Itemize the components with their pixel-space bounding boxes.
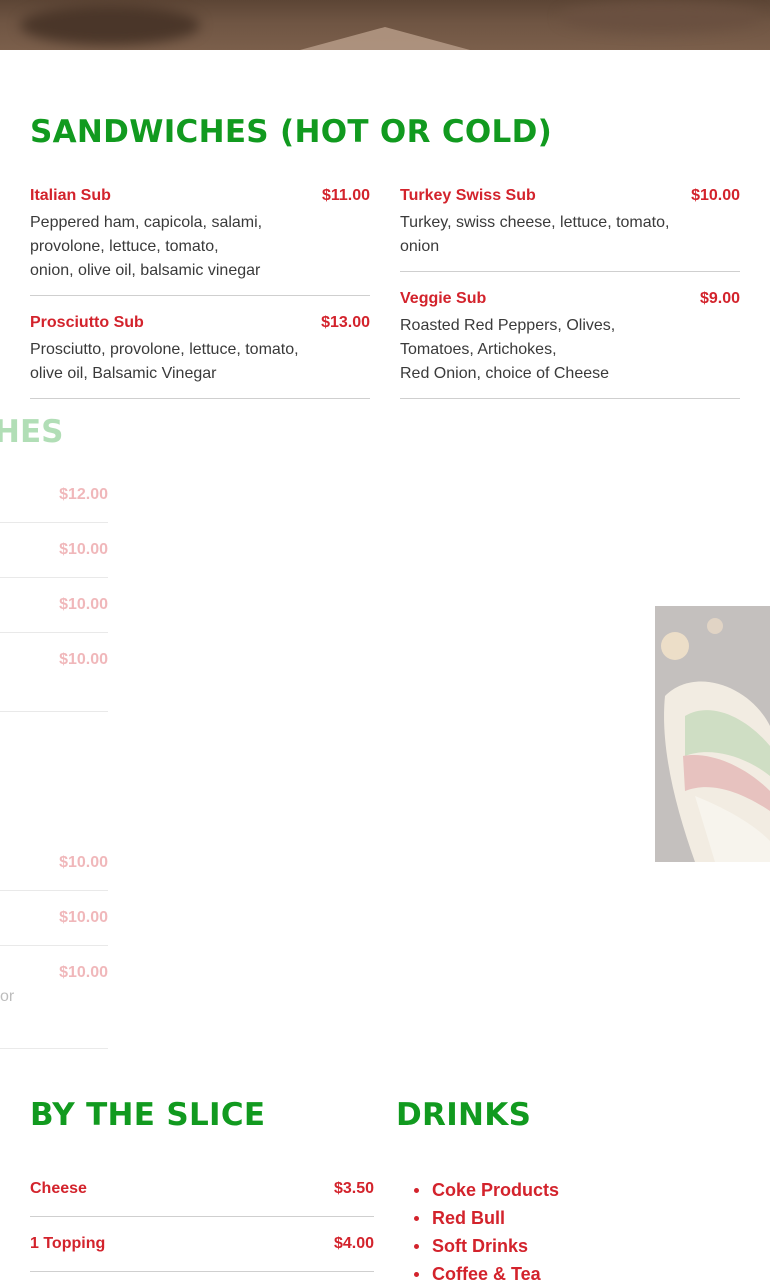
drink-item: Coffee & Tea [414,1260,559,1288]
faded-divider [0,632,108,633]
description-line: Peppered ham, capicola, salami, [30,214,263,231]
item-name: Italian Sub [30,187,111,204]
faded-divider [0,711,108,712]
item-description: Turkey, swiss cheese, lettuce, tomato, o… [400,211,669,259]
faded-description: or [0,988,15,1005]
bullet-icon [414,1244,419,1249]
description-line: provolone, lettuce, tomato, [30,238,219,255]
faded-price: $10.00 [59,964,108,981]
drink-label: Coffee & Tea [432,1264,541,1284]
drink-label: Coke Products [432,1180,560,1200]
item-description: Prosciutto, provolone, lettuce, tomato, … [30,338,299,386]
description-line: onion [400,238,440,255]
faded-divider [0,890,108,891]
menu-item-prosciutto-sub: Prosciutto Sub $13.00 Prosciutto, provol… [30,314,370,384]
faded-divider [0,522,108,523]
item-description: Peppered ham, capicola, salami, provolon… [30,211,262,283]
faded-divider [0,577,108,578]
description-line: Turkey, swiss cheese, lettuce, tomato, [400,214,670,231]
item-divider [30,1216,374,1217]
item-name: Turkey Swiss Sub [400,187,536,204]
sandwich-photo-art [655,606,770,862]
faded-price: $12.00 [59,486,108,503]
faded-divider [0,1048,108,1049]
menu-item-italian-sub: Italian Sub $11.00 Peppered ham, capicol… [30,187,370,279]
item-description: Roasted Red Peppers, Olives, Tomatoes, A… [400,314,615,386]
menu-item-veggie-sub: Veggie Sub $9.00 Roasted Red Peppers, Ol… [400,290,740,382]
faded-price: $10.00 [59,596,108,613]
item-divider [400,271,740,272]
menu-item-cheese-slice: Cheese $3.50 [30,1180,374,1202]
item-price: $11.00 [321,187,370,204]
faded-price: $10.00 [59,651,108,668]
item-divider [30,295,370,296]
faded-divider [0,945,108,946]
description-line: Prosciutto, provolone, lettuce, tomato, [30,341,299,358]
faded-price: $10.00 [59,854,108,871]
item-price: $4.00 [333,1235,374,1252]
description-line: olive oil, Balsamic Vinegar [30,365,217,382]
description-line: Tomatoes, Artichokes, [400,341,557,358]
faded-price: $10.00 [59,541,108,558]
sandwich-photo [655,606,770,862]
drink-item: Coke Products [414,1176,559,1204]
menu-item-turkey-swiss-sub: Turkey Swiss Sub $10.00 Turkey, swiss ch… [400,187,740,257]
drink-item: Red Bull [414,1204,559,1232]
by-the-slice-title: BY THE SLICE [30,1097,266,1133]
faded-section-title: HES [0,414,64,450]
drink-label: Soft Drinks [432,1236,529,1256]
menu-item-one-topping-slice: 1 Topping $4.00 [30,1235,374,1257]
item-price: $10.00 [691,187,740,204]
item-price: $13.00 [321,314,370,331]
drinks-title: DRINKS [396,1097,532,1133]
drinks-list: Coke Products Red Bull Soft Drinks Coffe… [414,1176,559,1288]
bullet-icon [414,1188,419,1193]
description-line: Roasted Red Peppers, Olives, [400,317,616,334]
item-name: Cheese [30,1180,87,1197]
description-line: onion, olive oil, balsamic vinegar [30,262,261,279]
item-divider [30,398,370,399]
item-price: $9.00 [699,290,740,307]
item-divider [400,398,740,399]
sandwiches-title: SANDWICHES (HOT OR COLD) [30,114,553,150]
item-name: Prosciutto Sub [30,314,144,331]
item-name: Veggie Sub [400,290,487,307]
bullet-icon [414,1216,419,1221]
description-line: Red Onion, choice of Cheese [400,365,610,382]
drink-item: Soft Drinks [414,1232,559,1260]
item-price: $3.50 [333,1180,374,1197]
item-name: 1 Topping [30,1235,106,1252]
faded-price: $10.00 [59,909,108,926]
drink-label: Red Bull [432,1208,506,1228]
item-divider [30,1271,374,1272]
